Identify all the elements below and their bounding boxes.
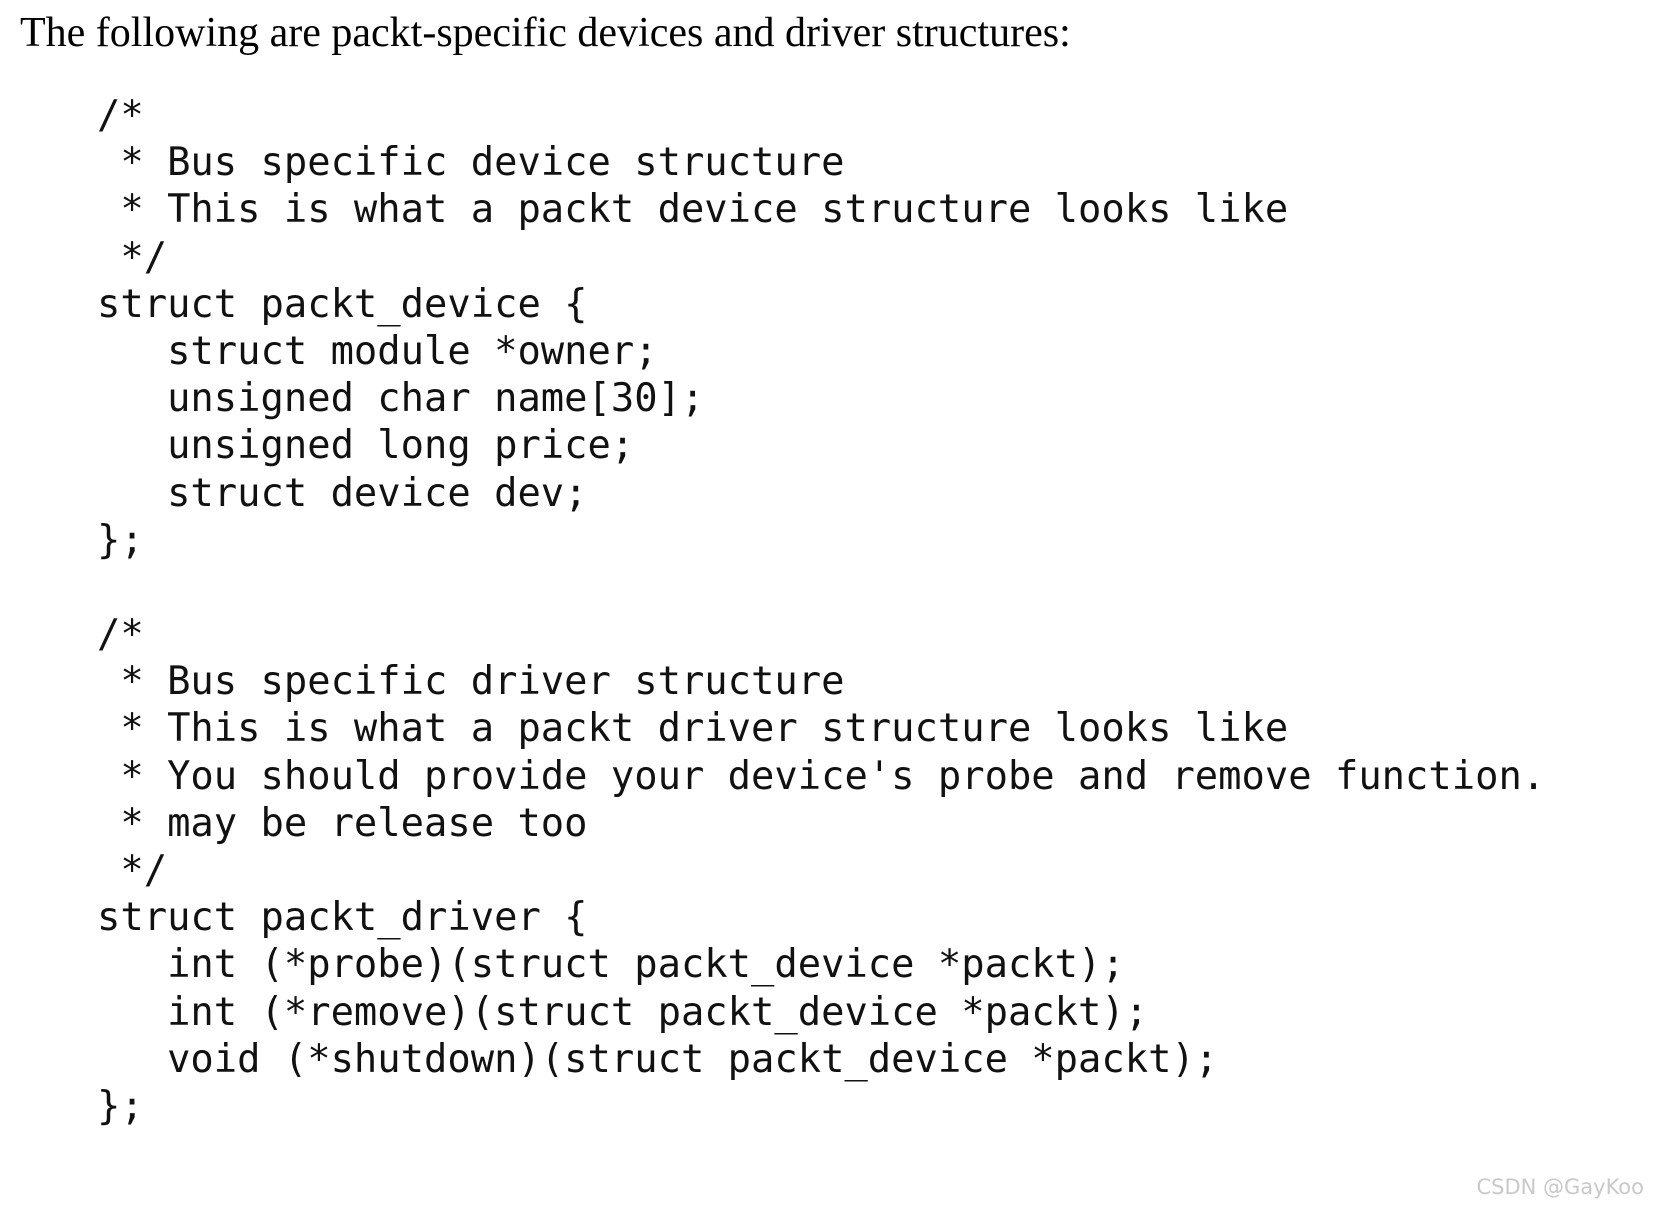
page-title: The following are packt-specific devices…	[20, 10, 1071, 56]
page-root: The following are packt-specific devices…	[0, 0, 1658, 1208]
code-line: * This is what a packt device structure …	[97, 187, 1289, 233]
watermark-label: CSDN @GayKoo	[1476, 1175, 1644, 1199]
code-line: * Bus specific driver structure	[97, 659, 845, 705]
code-line: struct module *owner;	[97, 328, 658, 374]
code-line: */	[97, 234, 168, 280]
code-line: /*	[97, 93, 144, 138]
code-line: * may be release too	[97, 800, 588, 846]
code-line: struct packt_driver {	[97, 895, 588, 941]
code-line: /*	[97, 612, 144, 658]
code-line: unsigned char name[30];	[97, 376, 705, 422]
code-line: };	[97, 1083, 144, 1129]
code-line: struct packt_device {	[97, 281, 588, 327]
code-block: /* * Bus specific device structure * Thi…	[97, 92, 1545, 1130]
code-line: unsigned long price;	[97, 423, 635, 469]
code-line: int (*remove)(struct packt_device *packt…	[97, 989, 1149, 1035]
code-line: * Bus specific device structure	[97, 140, 845, 186]
code-line: void (*shutdown)(struct packt_device *pa…	[97, 1036, 1219, 1082]
code-line: int (*probe)(struct packt_device *packt)…	[97, 942, 1125, 988]
code-line: */	[97, 848, 168, 893]
code-line: * This is what a packt driver structure …	[97, 706, 1289, 752]
code-line: struct device dev;	[97, 470, 588, 516]
code-line: };	[97, 517, 144, 563]
code-line: * You should provide your device's probe…	[97, 753, 1546, 799]
